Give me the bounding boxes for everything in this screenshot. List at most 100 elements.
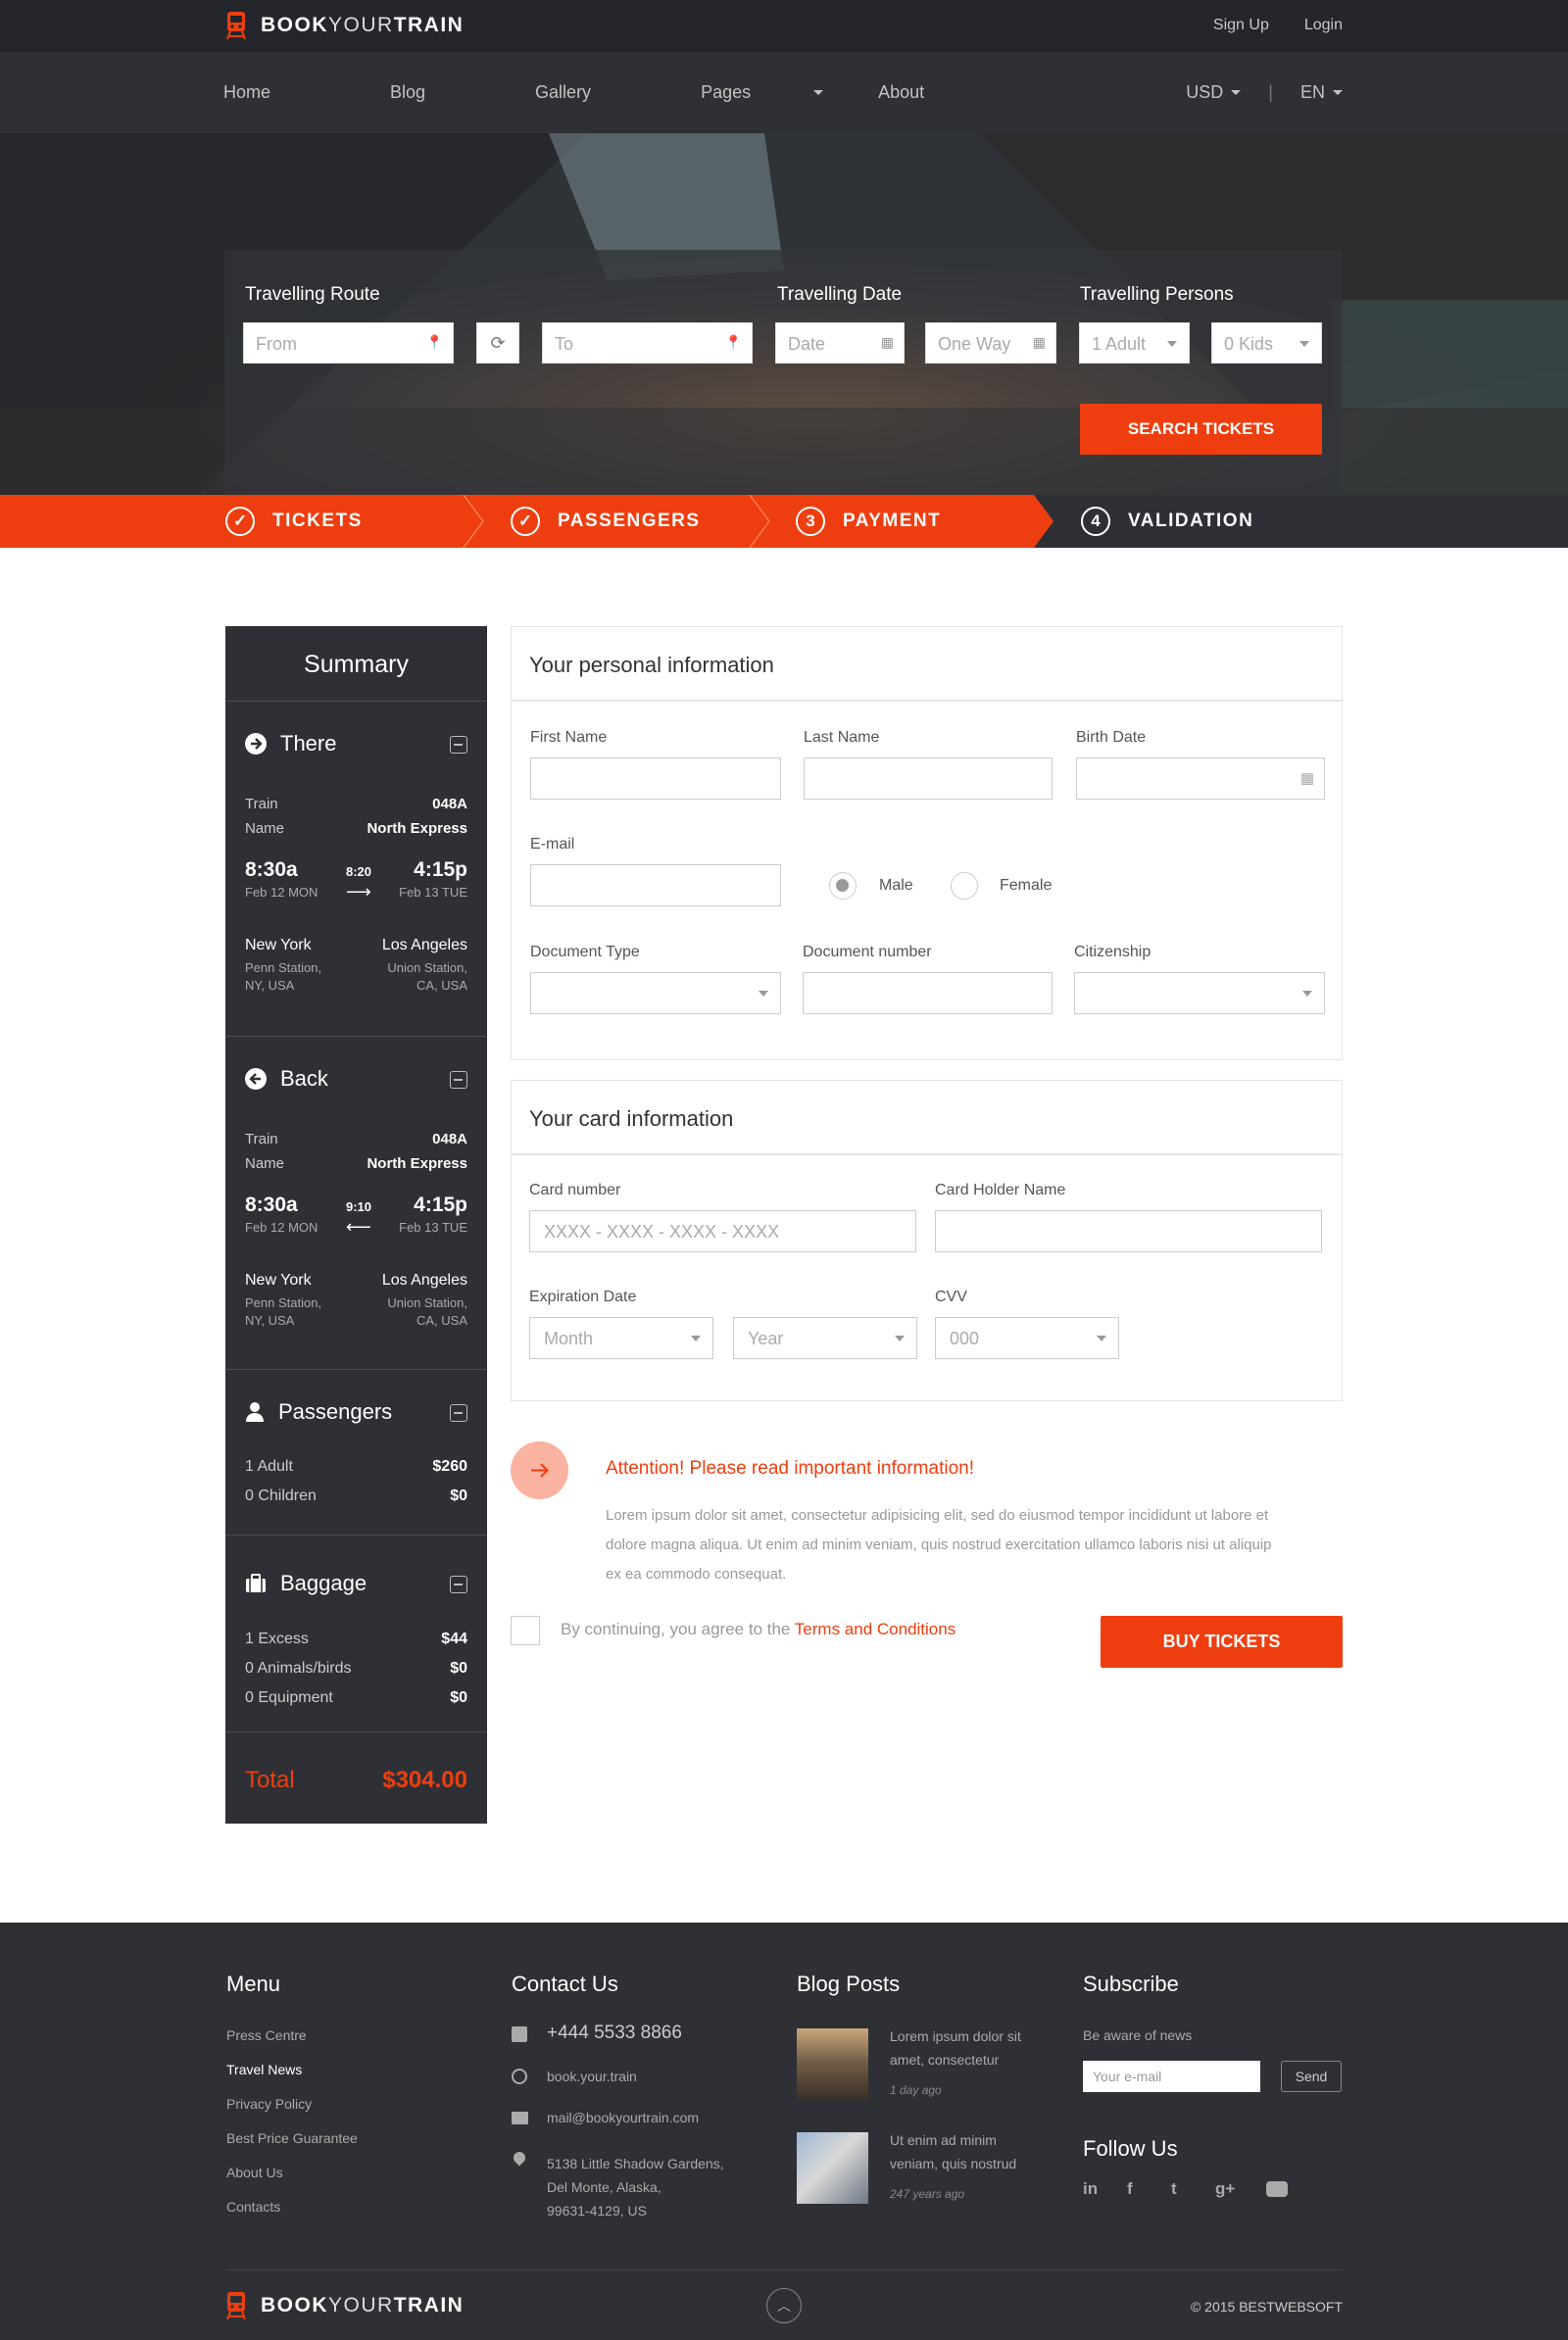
calendar-icon: ▦ [880, 334, 894, 350]
document-number-field[interactable] [803, 972, 1053, 1014]
step-validation[interactable]: 4 VALIDATION [1081, 495, 1253, 548]
google-plus-icon[interactable]: g+ [1215, 2179, 1266, 2199]
youtube-icon[interactable] [1266, 2181, 1288, 2197]
subscribe-send-button[interactable]: Send [1281, 2061, 1342, 2092]
document-type-select[interactable] [530, 972, 781, 1014]
footer-logo[interactable]: BOOKYOURTRAIN [225, 2290, 464, 2321]
card-number-field[interactable]: XXXX - XXXX - XXXX - XXXX [529, 1210, 916, 1252]
blog-post-title[interactable]: Lorem ipsum dolor sit amet, consectetur [890, 2024, 1021, 2072]
male-radio[interactable] [829, 872, 857, 900]
collapse-there-button[interactable] [450, 736, 467, 754]
blog-post-thumbnail[interactable] [797, 2132, 868, 2204]
nav-divider: | [1268, 82, 1273, 102]
map-pin-icon [511, 2149, 528, 2167]
login-link[interactable]: Login [1304, 17, 1343, 34]
document-type-label: Document Type [530, 944, 640, 960]
terms-link[interactable]: Terms and Conditions [795, 1620, 956, 1638]
footer-link-privacy[interactable]: Privacy Policy [226, 2096, 312, 2112]
there-title: There [245, 731, 336, 756]
refresh-icon: ⟳ [490, 333, 506, 353]
adults-select[interactable]: 1 Adult [1079, 322, 1190, 364]
summary-baggage: Baggage 1 Excess $44 0 Animals/birds $0 0 … [225, 1536, 487, 1732]
nav-item-gallery[interactable]: Gallery [535, 82, 646, 103]
from-input[interactable]: From 📍 [243, 322, 454, 364]
chevron-down-icon [1302, 991, 1312, 997]
female-radio[interactable] [951, 872, 978, 900]
card-holder-field[interactable] [935, 1210, 1322, 1252]
expiration-year-select[interactable]: Year [733, 1317, 917, 1359]
search-tickets-button[interactable]: SEARCH TICKETS [1080, 404, 1322, 455]
footer-link-travel-news[interactable]: Travel News [226, 2062, 302, 2077]
contact-email: mail@bookyourtrain.com [547, 2110, 700, 2125]
collapse-baggage-button[interactable] [450, 1576, 467, 1593]
nav-item-pages[interactable]: Pages [701, 82, 824, 103]
summary-there: There Train 048A Name North Express 8:30a … [225, 702, 487, 1037]
twitter-icon[interactable]: t [1171, 2179, 1215, 2199]
chevron-down-icon [1167, 341, 1177, 347]
total-label: Total [245, 1767, 295, 1793]
swap-route-button[interactable]: ⟳ [476, 322, 519, 364]
signup-link[interactable]: Sign Up [1213, 17, 1269, 34]
nav-item-blog[interactable]: Blog [390, 82, 480, 103]
nav-item-about[interactable]: About [878, 82, 979, 103]
step-tickets[interactable]: ✓ TICKETS [225, 495, 363, 548]
logo-text: BOOKYOURTRAIN [261, 2294, 465, 2316]
brand-logo[interactable]: BOOKYOURTRAIN [225, 10, 464, 41]
from-city: New York [245, 937, 312, 953]
cvv-select[interactable]: 000 [935, 1317, 1119, 1359]
blog-post-thumbnail[interactable] [797, 2028, 868, 2100]
facebook-icon[interactable]: f [1127, 2179, 1171, 2199]
footer-link-contacts[interactable]: Contacts [226, 2199, 280, 2215]
language-select[interactable]: EN [1300, 82, 1343, 103]
mail-icon [512, 2112, 528, 2124]
terms-checkbox[interactable] [511, 1616, 540, 1645]
step-number: 4 [1081, 507, 1110, 536]
linkedin-icon[interactable]: in [1083, 2179, 1127, 2199]
contact-address: 5138 Little Shadow Gardens, Del Monte, Al… [547, 2156, 724, 2218]
main-nav: Home Blog Gallery Pages About USD | EN [0, 52, 1568, 133]
email-label: E-mail [530, 836, 575, 853]
first-name-field[interactable] [530, 757, 781, 800]
kids-select[interactable]: 0 Kids [1211, 322, 1322, 364]
female-label: Female [1000, 877, 1053, 894]
email-field[interactable] [530, 864, 781, 906]
date-input[interactable]: Date ▦ [775, 322, 905, 364]
document-number-label: Document number [803, 944, 932, 960]
subscribe-email-input[interactable]: Your e-mail [1083, 2061, 1260, 2092]
baggage-row-value: $0 [450, 1660, 467, 1677]
subscribe-text: Be aware of news [1083, 2027, 1193, 2043]
nav-item-home[interactable]: Home [223, 82, 325, 103]
scroll-top-button[interactable]: ︿ [766, 2288, 802, 2323]
last-name-field[interactable] [804, 757, 1053, 800]
passenger-row-value: $0 [450, 1487, 467, 1504]
footer-link-price[interactable]: Best Price Guarantee [226, 2130, 358, 2146]
currency-select[interactable]: USD [1186, 82, 1242, 103]
citizenship-label: Citizenship [1074, 944, 1152, 960]
chevron-down-icon [759, 991, 768, 997]
step-passengers[interactable]: ✓ PASSENGERS [511, 495, 701, 548]
step-payment[interactable]: 3 PAYMENT [796, 495, 941, 548]
arrival-time: 4:15p [414, 858, 467, 881]
booking-steps: ✓ TICKETS ✓ PASSENGERS 3 PAYMENT 4 VALIDATIO… [0, 495, 1568, 548]
card-number-label: Card number [529, 1182, 621, 1198]
summary-back: Back Train 048A Name North Express 8:30a F… [225, 1037, 487, 1370]
footer-link-about[interactable]: About Us [226, 2165, 283, 2180]
departure-time: 8:30a [245, 1194, 298, 1216]
expiration-month-select[interactable]: Month [529, 1317, 713, 1359]
name-value: North Express [367, 820, 467, 837]
train-value: 048A [432, 796, 467, 812]
briefcase-icon [246, 1574, 266, 1592]
from-region: NY, USA [245, 978, 295, 993]
trip-type-select[interactable]: One Way ▦ [925, 322, 1056, 364]
collapse-passengers-button[interactable] [450, 1404, 467, 1422]
card-info-panel: Your card information Card number Card H… [511, 1080, 1343, 1401]
collapse-back-button[interactable] [450, 1071, 467, 1089]
blog-post-title[interactable]: Ut enim ad minim veniam, quis nostrud [890, 2128, 1016, 2175]
footer-link-press[interactable]: Press Centre [226, 2027, 307, 2043]
birth-date-field[interactable]: ▦ [1076, 757, 1325, 800]
buy-tickets-button[interactable]: BUY TICKETS [1101, 1616, 1343, 1668]
to-input[interactable]: To 📍 [542, 322, 753, 364]
citizenship-select[interactable] [1074, 972, 1325, 1014]
departure-date: Feb 12 MON [245, 885, 318, 900]
chevron-down-icon [1299, 341, 1309, 347]
